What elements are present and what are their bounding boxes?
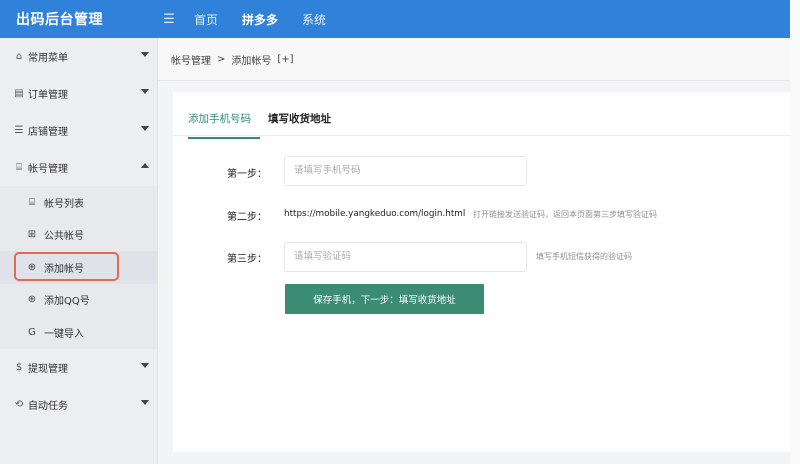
main-panel: 添加手机号码 填写收货地址 第一步： 请填写手机号码 第二步： https://… <box>173 92 790 452</box>
step3-label: 第三步： <box>227 254 267 265</box>
breadcrumb-current: 添加帐号 <box>231 55 272 67</box>
chevron-down-icon <box>141 89 149 94</box>
chevron-down-icon <box>141 362 149 368</box>
save-and-next-button[interactable]: 保存手机，下一步：填写收货地址 <box>285 284 484 314</box>
database-icon: ▤ <box>14 88 24 99</box>
sidebar-subitem-label: 公共帐号 <box>44 231 84 243</box>
account-list-icon: ⌸ <box>29 196 35 208</box>
sidebar-subitem-public-account[interactable]: ⊞ 公共帐号 <box>0 219 157 252</box>
task-icon: ⟲ <box>14 398 24 410</box>
phone-input[interactable]: 请填写手机号码 <box>284 156 527 186</box>
chevron-down-icon <box>141 126 149 131</box>
add-circle-icon: ⊕ <box>27 294 37 306</box>
sidebar-subitem-add-account[interactable]: ⊕ 添加帐号 <box>0 251 157 284</box>
sidebar-subitem-label: 添加帐号 <box>44 263 84 275</box>
step2-hint: 打开链接发送验证码，返回本页面第三步填写验证码 <box>473 210 657 219</box>
list-icon: ☰ <box>14 125 24 136</box>
breadcrumb-parent[interactable]: 帐号管理 <box>171 52 211 67</box>
top-nav-home[interactable]: 首页 <box>194 11 218 28</box>
chevron-up-icon <box>141 163 149 168</box>
home-icon: ⌂ <box>15 51 23 62</box>
breadcrumb: 帐号管理 > 添加帐号 [+] <box>158 38 790 81</box>
sidebar-subitem-account-list[interactable]: ⌸ 帐号列表 <box>0 186 157 219</box>
tab-divider <box>173 135 790 136</box>
login-link[interactable]: https://mobile.yangkeduo.com/login.html <box>284 209 465 219</box>
sidebar-item-label: 常用菜单 <box>28 53 68 64</box>
sidebar-item-accounts[interactable]: ⌸ 帐号管理 <box>0 149 157 186</box>
withdraw-icon: $ <box>15 361 23 373</box>
sidebar-subitem-label: 添加QQ号 <box>44 296 90 308</box>
top-nav-system[interactable]: 系统 <box>302 11 326 28</box>
sidebar-item-withdraw[interactable]: $ 提现管理 <box>0 349 157 386</box>
sidebar-item-stores[interactable]: ☰ 店铺管理 <box>0 112 157 149</box>
sidebar-subitem-label: 一键导入 <box>44 328 84 340</box>
sidebar-item-label: 店铺管理 <box>28 127 68 138</box>
sidebar-item-auto-task[interactable]: ⟲ 自动任务 <box>0 386 157 423</box>
verification-code-input[interactable]: 请填写验证码 <box>284 242 527 272</box>
sidebar-subitem-add-qq[interactable]: ⊕ 添加QQ号 <box>0 284 157 317</box>
sidebar: ⌂ 常用菜单 ▤ 订单管理 ☰ 店铺管理 ⌸ 帐号管理 ⌸ 帐号列表 ⊞ 公共帐… <box>0 38 158 464</box>
breadcrumb-add-tab[interactable]: [+] <box>277 54 293 65</box>
sidebar-item-label: 自动任务 <box>28 400 68 412</box>
sidebar-item-label: 订单管理 <box>28 90 68 101</box>
public-account-icon: ⊞ <box>27 229 37 241</box>
sidebar-item-label: 帐号管理 <box>28 164 68 175</box>
chevron-down-icon <box>141 399 149 405</box>
step1-label: 第一步： <box>227 169 267 180</box>
menu-fold-icon[interactable]: ☰ <box>158 12 180 27</box>
sidebar-item-common-menu[interactable]: ⌂ 常用菜单 <box>0 38 157 75</box>
top-navigation-bar: 出码后台管理 ☰ 首页 拼多多 系统 <box>0 0 790 38</box>
bottom-gap <box>158 452 790 464</box>
import-icon: G <box>28 326 36 338</box>
accounts-submenu: ⌸ 帐号列表 ⊞ 公共帐号 ⊕ 添加帐号 ⊕ 添加QQ号 G 一键导入 <box>0 186 157 349</box>
sidebar-item-label: 提现管理 <box>28 363 68 375</box>
sidebar-subitem-import[interactable]: G 一键导入 <box>0 316 157 349</box>
account-icon: ⌸ <box>16 162 22 173</box>
chevron-down-icon <box>141 52 149 57</box>
sidebar-subitem-label: 帐号列表 <box>44 198 84 210</box>
top-nav: 首页 拼多多 系统 <box>194 11 326 28</box>
step3-hint: 填写手机短信获得的验证码 <box>536 252 632 261</box>
right-edge <box>790 0 800 464</box>
sidebar-item-orders[interactable]: ▤ 订单管理 <box>0 75 157 112</box>
breadcrumb-separator: > <box>217 53 226 65</box>
app-title: 出码后台管理 <box>16 12 103 28</box>
step2-label: 第二步： <box>227 212 267 223</box>
top-nav-pinduoduo[interactable]: 拼多多 <box>242 11 278 28</box>
add-circle-icon: ⊕ <box>27 261 37 273</box>
